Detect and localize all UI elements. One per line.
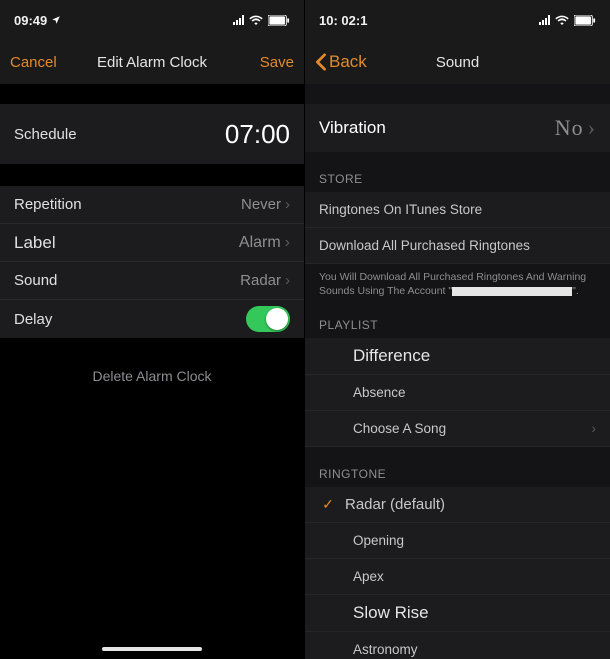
edit-alarm-screen: 09:49 Cancel Edit Alarm Clock Save Sched…	[0, 0, 305, 659]
home-indicator[interactable]	[102, 647, 202, 651]
status-bar: 10: 02:1	[305, 0, 610, 40]
delay-label: Delay	[14, 311, 52, 328]
playlist-item-label: Absence	[353, 385, 406, 400]
choose-song-label: Choose A Song	[353, 421, 446, 436]
store-header: STORE	[305, 152, 610, 192]
sound-label: Sound	[14, 272, 57, 289]
download-ringtones-row[interactable]: Download All Purchased Ringtones	[305, 228, 610, 264]
ringtone-item[interactable]: Apex	[305, 559, 610, 595]
schedule-label: Schedule	[14, 126, 77, 143]
status-time: 09:49	[14, 13, 61, 28]
download-ringtones-label: Download All Purchased Ringtones	[319, 238, 530, 253]
status-time: 10: 02:1	[319, 13, 367, 28]
sound-value: Radar ›	[240, 272, 290, 289]
wifi-icon	[249, 15, 263, 25]
vibration-row[interactable]: Vibration No ›	[305, 104, 610, 152]
back-button[interactable]: Back	[315, 52, 375, 72]
content: Schedule 07:00 Repetition Never › Label …	[0, 84, 304, 659]
ringtone-item[interactable]: Slow Rise	[305, 595, 610, 632]
playlist-item[interactable]: Absence	[305, 375, 610, 411]
location-icon	[51, 15, 61, 25]
battery-icon	[268, 15, 290, 26]
redacted-account	[452, 287, 572, 296]
ringtone-item[interactable]: Opening	[305, 523, 610, 559]
chevron-right-icon: ›	[285, 272, 290, 289]
chevron-right-icon: ›	[592, 421, 597, 436]
cancel-button[interactable]: Cancel	[10, 54, 70, 71]
ringtone-item-label: Opening	[353, 533, 404, 548]
delete-alarm-button[interactable]: Delete Alarm Clock	[0, 338, 304, 414]
ringtone-header: RINGTONE	[305, 447, 610, 487]
status-time-text: 09:49	[14, 13, 47, 28]
sound-screen: 10: 02:1 Back Sound Vibration No ›	[305, 0, 610, 659]
nav-title: Sound	[375, 54, 540, 71]
ringtone-item-label: Astronomy	[353, 642, 418, 657]
back-label: Back	[329, 52, 367, 72]
cellular-icon	[539, 15, 550, 25]
chevron-left-icon	[315, 53, 327, 71]
nav-title: Edit Alarm Clock	[70, 54, 234, 71]
nav-bar: Cancel Edit Alarm Clock Save	[0, 40, 304, 84]
ringtone-store-label: Ringtones On ITunes Store	[319, 202, 482, 217]
ringtone-item-label: Slow Rise	[353, 603, 429, 623]
playlist-header: PLAYLIST	[305, 298, 610, 338]
delay-row: Delay	[0, 300, 304, 338]
playlist-item-label: Difference	[353, 346, 430, 366]
content: Vibration No › STORE Ringtones On ITunes…	[305, 84, 610, 659]
playlist-item[interactable]: Difference	[305, 338, 610, 375]
label-row[interactable]: Label Alarm ›	[0, 224, 304, 262]
cellular-icon	[233, 15, 244, 25]
alarm-time: 07:00	[225, 119, 290, 150]
battery-icon	[574, 15, 596, 26]
label-value: Alarm ›	[239, 234, 290, 252]
status-icons	[233, 15, 290, 26]
label-label: Label	[14, 233, 56, 253]
chevron-right-icon: ›	[285, 234, 290, 252]
status-bar: 09:49	[0, 0, 304, 40]
store-footer: You Will Download All Purchased Ringtone…	[305, 264, 610, 298]
nav-bar: Back Sound	[305, 40, 610, 84]
chevron-right-icon: ›	[588, 115, 596, 141]
vibration-label: Vibration	[319, 118, 386, 138]
sound-row[interactable]: Sound Radar ›	[0, 262, 304, 300]
checkmark-icon: ✓	[319, 496, 337, 513]
chevron-right-icon: ›	[285, 196, 290, 213]
ringtone-item-selected[interactable]: ✓ Radar (default)	[305, 487, 610, 523]
schedule-row[interactable]: Schedule 07:00	[0, 104, 304, 164]
ringtone-store-row[interactable]: Ringtones On ITunes Store	[305, 192, 610, 228]
ringtone-item-label: Radar (default)	[345, 496, 445, 513]
repetition-label: Repetition	[14, 196, 82, 213]
ringtone-item[interactable]: Astronomy	[305, 632, 610, 659]
status-icons	[539, 15, 596, 26]
ringtone-item-label: Apex	[353, 569, 384, 584]
repetition-row[interactable]: Repetition Never ›	[0, 186, 304, 224]
delay-toggle[interactable]	[246, 306, 290, 332]
vibration-value: No ›	[555, 115, 596, 141]
save-button[interactable]: Save	[234, 54, 294, 71]
repetition-value: Never ›	[241, 196, 290, 213]
status-time-text: 10: 02:1	[319, 13, 367, 28]
wifi-icon	[555, 15, 569, 25]
choose-song-row[interactable]: Choose A Song ›	[305, 411, 610, 447]
